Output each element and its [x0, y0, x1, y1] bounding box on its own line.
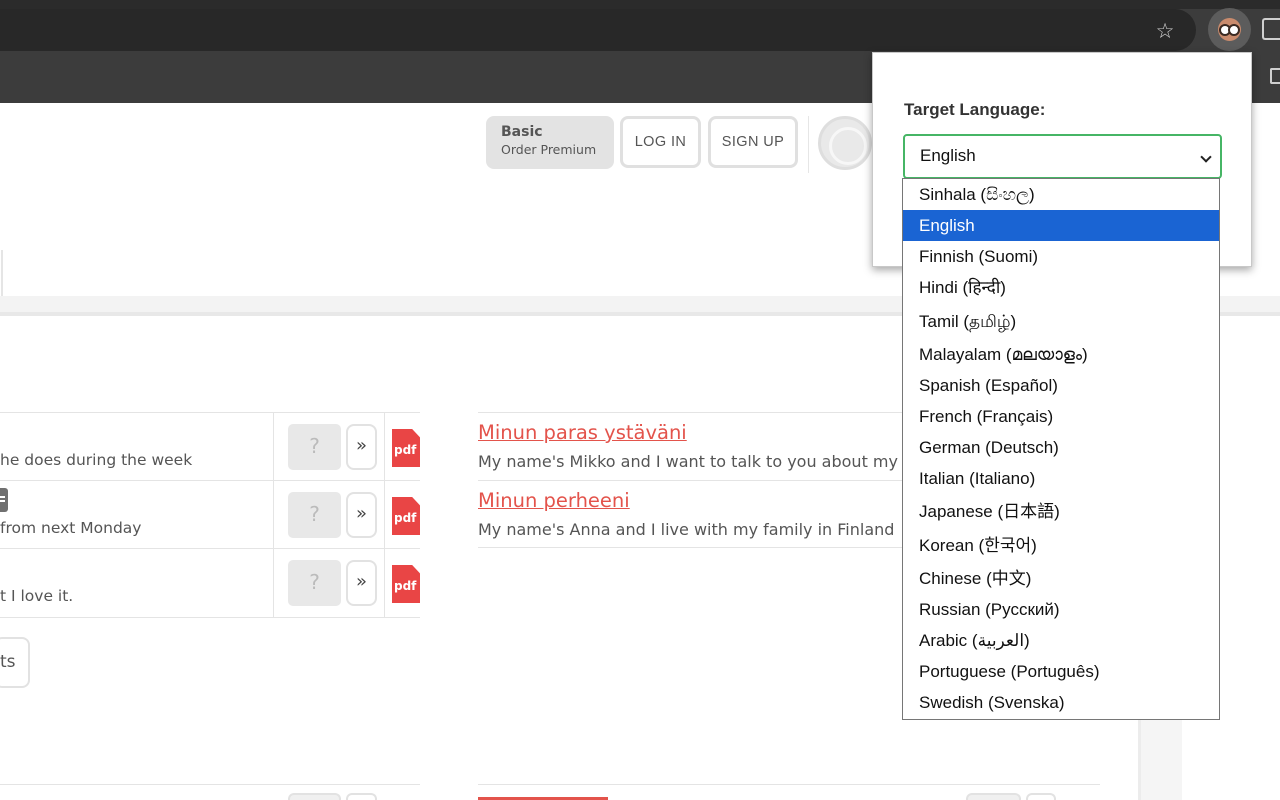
- table-bottom-border: [0, 617, 420, 618]
- story-description: My name's Anna and I live with my family…: [478, 520, 895, 539]
- language-option[interactable]: Korean (한국어): [903, 530, 1219, 561]
- language-option[interactable]: French (Français): [903, 401, 1219, 432]
- header-divider: [808, 116, 809, 173]
- language-option[interactable]: Russian (Русский): [903, 594, 1219, 625]
- help-button-partial[interactable]: [288, 793, 341, 800]
- table-row: from next Monday ? » pdf: [0, 480, 420, 549]
- address-bar[interactable]: [0, 9, 1196, 51]
- signup-button[interactable]: SIGN UP: [708, 116, 798, 168]
- tab-edge: [0, 250, 3, 296]
- owl-extension-button[interactable]: [1208, 8, 1251, 51]
- cell-divider: [384, 413, 385, 481]
- language-option[interactable]: Japanese (日本語): [903, 496, 1219, 527]
- start-button[interactable]: »: [346, 492, 377, 538]
- start-button-partial[interactable]: [1026, 793, 1056, 800]
- language-option[interactable]: Italian (Italiano): [903, 463, 1219, 494]
- language-option[interactable]: Swedish (Svenska): [903, 687, 1219, 718]
- language-option[interactable]: Tamil (தமிழ்): [903, 306, 1219, 337]
- pdf-file-icon[interactable]: pdf: [392, 429, 420, 467]
- table-row: t I love it. ? » pdf: [0, 548, 420, 617]
- results-button[interactable]: ts: [0, 637, 30, 688]
- list-icon: [0, 488, 8, 512]
- story-title-link[interactable]: Minun perheeni: [478, 489, 630, 512]
- table-row: he does during the week ? » pdf: [0, 412, 420, 481]
- language-option[interactable]: Malayalam (മലയാളം): [903, 339, 1219, 370]
- exercise-description: from next Monday: [0, 519, 142, 537]
- plan-name: Basic: [501, 124, 543, 140]
- cell-divider: [273, 549, 274, 617]
- help-button[interactable]: ?: [288, 492, 341, 538]
- owl-extension-icon: [1218, 18, 1241, 41]
- chevron-down-icon: [1200, 151, 1212, 163]
- language-option[interactable]: Arabic (العربية): [903, 625, 1219, 656]
- language-option[interactable]: Finnish (Suomi): [903, 241, 1219, 272]
- help-button[interactable]: ?: [288, 424, 341, 470]
- target-language-select[interactable]: English: [903, 134, 1222, 179]
- language-option[interactable]: Sinhala (සිංහල): [903, 179, 1219, 210]
- language-options-list[interactable]: Sinhala (සිංහල) English Finnish (Suomi) Hin…: [902, 178, 1220, 720]
- table-row-border: [0, 784, 420, 785]
- plan-badge[interactable]: Basic Order Premium: [486, 116, 614, 169]
- pdf-file-icon[interactable]: pdf: [392, 497, 420, 535]
- language-globe-icon[interactable]: [818, 116, 872, 170]
- cell-divider: [384, 481, 385, 549]
- start-button-partial[interactable]: [346, 793, 377, 800]
- list-row-border: [478, 784, 1100, 785]
- target-language-label: Target Language:: [904, 100, 1046, 119]
- exercise-description: t I love it.: [0, 587, 74, 605]
- side-panel-icon[interactable]: [1270, 68, 1280, 84]
- story-title-link[interactable]: Minun paras ystäväni: [478, 421, 687, 444]
- help-button-partial[interactable]: [966, 793, 1021, 800]
- extensions-puzzle-icon[interactable]: [1262, 18, 1280, 40]
- cell-divider: [273, 413, 274, 481]
- bookmark-star-icon[interactable]: ☆: [1150, 16, 1180, 46]
- tab-strip: [0, 0, 1280, 9]
- start-button[interactable]: »: [346, 424, 377, 470]
- order-premium-link[interactable]: Order Premium: [501, 142, 614, 157]
- start-button[interactable]: »: [346, 560, 377, 606]
- language-option[interactable]: Spanish (Español): [903, 370, 1219, 401]
- language-option[interactable]: Chinese (中文): [903, 563, 1219, 594]
- cell-divider: [273, 481, 274, 549]
- language-option[interactable]: German (Deutsch): [903, 432, 1219, 463]
- language-option[interactable]: Hindi (हिन्दी): [903, 272, 1219, 303]
- language-option[interactable]: Portuguese (Português): [903, 656, 1219, 687]
- help-button[interactable]: ?: [288, 560, 341, 606]
- story-description: My name's Mikko and I want to talk to yo…: [478, 452, 932, 471]
- cell-divider: [384, 549, 385, 617]
- login-button[interactable]: LOG IN: [620, 116, 701, 168]
- pdf-file-icon[interactable]: pdf: [392, 565, 420, 603]
- selected-language: English: [920, 146, 976, 165]
- exercise-description: he does during the week: [0, 451, 193, 469]
- language-option[interactable]: English: [903, 210, 1219, 241]
